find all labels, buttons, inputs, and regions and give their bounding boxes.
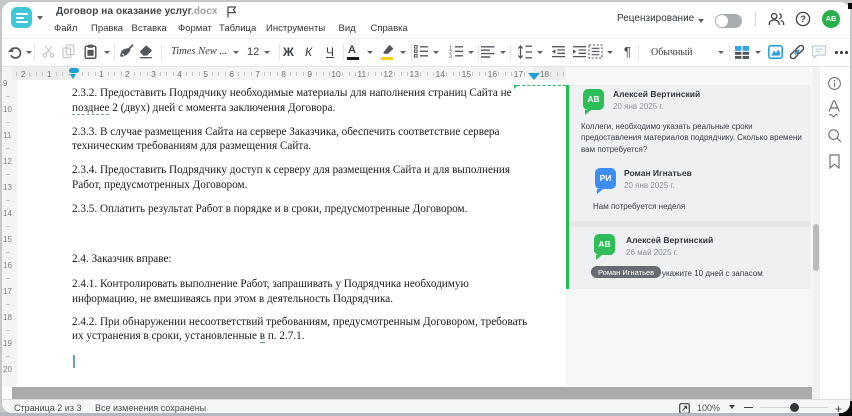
svg-text:?: ? [800, 14, 806, 25]
svg-text:3: 3 [449, 54, 452, 58]
